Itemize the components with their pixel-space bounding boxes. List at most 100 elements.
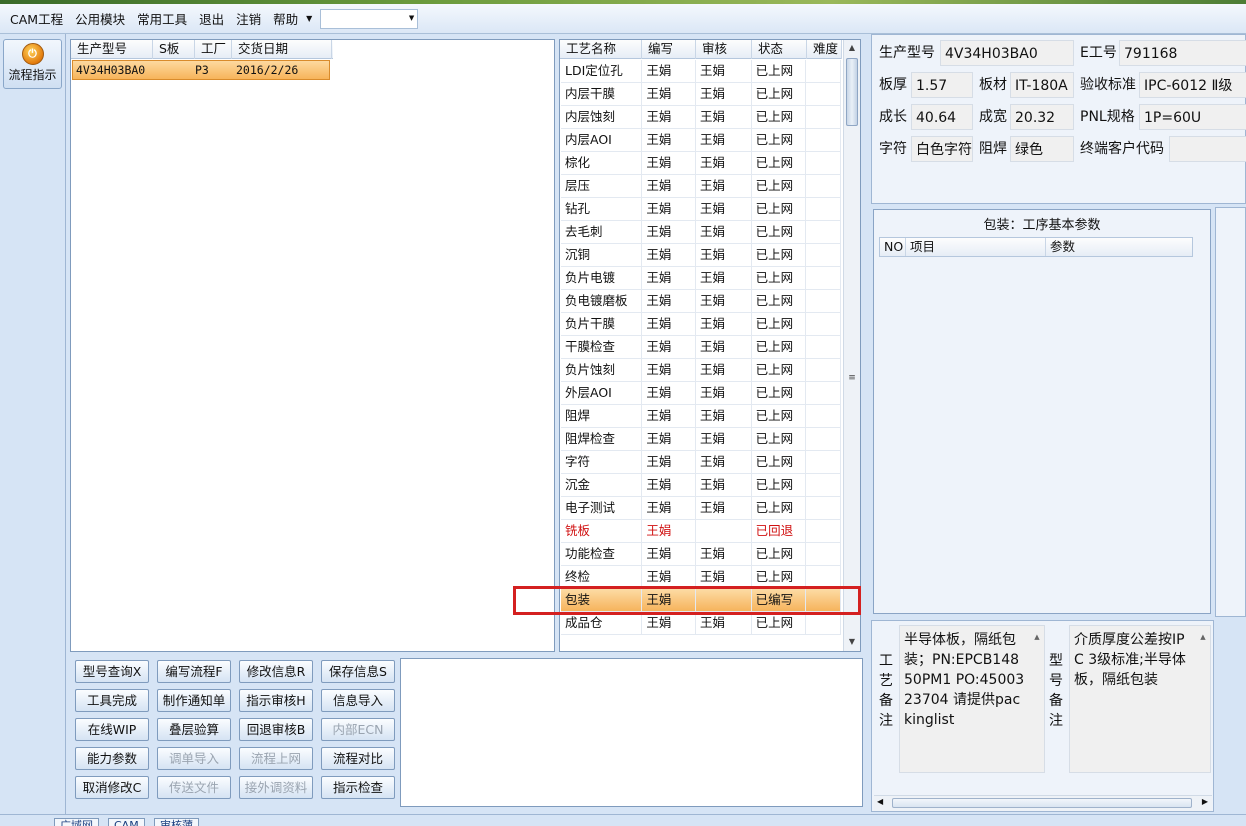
process-row[interactable]: 干膜检查 王娟 王娟 已上网 [561,336,842,359]
action-button[interactable]: 编写流程F [157,660,231,683]
remarks-hscrollbar[interactable]: ◀ ▶ [874,795,1212,811]
action-button[interactable]: 传送文件 [157,776,231,799]
writer-cell: 王娟 [642,267,697,289]
reviewer-cell: 王娟 [696,405,752,427]
tab-cam[interactable]: CAM [108,818,145,826]
process-row[interactable]: 负片电镀 王娟 王娟 已上网 [561,267,842,290]
col-delivery-date[interactable]: 交货日期 [232,40,332,59]
action-button[interactable]: 保存信息S [321,660,395,683]
action-button[interactable]: 在线WIP [75,718,149,741]
col-param[interactable]: 参数 [1046,238,1192,256]
process-row[interactable]: 内层AOI 王娟 王娟 已上网 [561,129,842,152]
action-button[interactable]: 流程对比 [321,747,395,770]
difficulty-cell [806,244,842,266]
model-row[interactable]: 4V34H03BA0 P3 2016/2/26 [72,60,330,80]
difficulty-cell [806,60,842,82]
process-row[interactable]: 外层AOI 王娟 王娟 已上网 [561,382,842,405]
col-writer[interactable]: 编写 [642,40,696,59]
action-button[interactable]: 叠层验算 [157,718,231,741]
action-button[interactable]: 信息导入 [321,689,395,712]
col-factory[interactable]: 工厂 [195,40,232,59]
col-difficulty[interactable]: 难度 [807,40,842,59]
process-row[interactable]: 内层蚀刻 王娟 王娟 已上网 [561,106,842,129]
menu-common-module[interactable]: 公用模块 [69,9,131,28]
customer-code-label: 终端客户代码 [1080,141,1164,157]
e-number-label: E工号 [1080,45,1117,61]
col-status[interactable]: 状态 [752,40,807,59]
tab-review[interactable]: 审核薄 [154,818,199,826]
remark-scroll-icon[interactable]: ▲▼ [1031,627,1043,772]
scroll-up-icon[interactable]: ▲ [844,40,860,56]
reviewer-cell: 王娟 [696,175,752,197]
menu-common-tools[interactable]: 常用工具 [131,9,193,28]
process-row[interactable]: 成品仓 王娟 王娟 已上网 [561,612,842,635]
menu-cam-project[interactable]: CAM工程 [4,9,69,28]
action-button[interactable]: 能力参数 [75,747,149,770]
scroll-right-icon[interactable]: ▶ [1202,797,1208,806]
process-row[interactable]: 钻孔 王娟 王娟 已上网 [561,198,842,221]
process-row[interactable]: 负片干膜 王娟 王娟 已上网 [561,313,842,336]
status-cell: 已上网 [752,405,807,427]
process-row[interactable]: 层压 王娟 王娟 已上网 [561,175,842,198]
action-button[interactable]: 调单导入 [157,747,231,770]
menu-logout[interactable]: 注销 [230,9,267,28]
process-row[interactable]: 沉铜 王娟 王娟 已上网 [561,244,842,267]
action-button[interactable]: 流程上网 [239,747,313,770]
action-button[interactable]: 接外调资料 [239,776,313,799]
action-button[interactable]: 型号查询X [75,660,149,683]
process-row[interactable]: 内层干膜 王娟 王娟 已上网 [561,83,842,106]
model-remark-text[interactable]: 介质厚度公差按IPC 3级标准;半导体板，隔纸包装 ▲▼ [1069,625,1211,773]
process-row[interactable]: LDI定位孔 王娟 王娟 已上网 [561,60,842,83]
col-item[interactable]: 项目 [906,238,1046,256]
process-row[interactable]: 字符 王娟 王娟 已上网 [561,451,842,474]
hscroll-thumb[interactable] [892,798,1192,808]
process-row[interactable]: 铣板 王娟 已回退 [561,520,842,543]
remark-scroll-icon[interactable]: ▲▼ [1197,627,1209,772]
status-cell: 已上网 [752,359,807,381]
action-button[interactable]: 指示审核H [239,689,313,712]
thickness-label: 板厚 [879,77,907,93]
process-row[interactable]: 阻焊检查 王娟 王娟 已上网 [561,428,842,451]
col-s-board[interactable]: S板 [153,40,195,59]
process-row[interactable]: 负片蚀刻 王娟 王娟 已上网 [561,359,842,382]
process-name-cell: 沉铜 [561,244,643,266]
scroll-down-icon[interactable]: ▼ [844,634,860,650]
menu-dropdown-icon[interactable]: ▼ [306,14,312,23]
action-button[interactable]: 制作通知单 [157,689,231,712]
menu-help[interactable]: 帮助 [267,9,304,28]
col-no[interactable]: NO [880,238,906,256]
process-remark-text[interactable]: 半导体板，隔纸包装；PN:EPCB14850PM1 PO:4500323704 … [899,625,1045,773]
col-model[interactable]: 生产型号 [71,40,153,59]
status-cell: 已上网 [752,221,807,243]
process-scrollbar[interactable]: ▲ ≡ ▼ [843,40,860,651]
tab-wan[interactable]: 广域网 [54,818,99,826]
model-cell: 4V34H03BA0 [76,63,146,77]
process-row[interactable]: 沉金 王娟 王娟 已上网 [561,474,842,497]
scroll-thumb[interactable] [846,58,858,126]
process-row[interactable]: 阻焊 王娟 王娟 已上网 [561,405,842,428]
menu-exit[interactable]: 退出 [193,9,230,28]
scroll-left-icon[interactable]: ◀ [877,797,883,806]
reviewer-cell: 王娟 [696,497,752,519]
col-reviewer[interactable]: 审核 [696,40,752,59]
process-row[interactable]: 去毛刺 王娟 王娟 已上网 [561,221,842,244]
action-button[interactable]: 回退审核B [239,718,313,741]
action-button[interactable]: 取消修改C [75,776,149,799]
reviewer-cell: 王娟 [696,152,752,174]
action-button[interactable]: 指示检查 [321,776,395,799]
menu-combo-select[interactable]: ▼ [320,8,419,29]
writer-cell: 王娟 [642,336,697,358]
action-button[interactable]: 修改信息R [239,660,313,683]
process-row[interactable]: 功能检查 王娟 王娟 已上网 [561,543,842,566]
process-row[interactable]: 负电镀磨板 王娟 王娟 已上网 [561,290,842,313]
process-row[interactable]: 棕化 王娟 王娟 已上网 [561,152,842,175]
standard-label: 验收标准 [1080,77,1136,93]
difficulty-cell [806,359,842,381]
process-row[interactable]: 电子测试 王娟 王娟 已上网 [561,497,842,520]
process-name-cell: 干膜检查 [561,336,643,358]
action-button[interactable]: 工具完成 [75,689,149,712]
flow-guide-button[interactable]: ⏻ 流程指示 [3,39,62,89]
message-area[interactable] [400,658,863,807]
action-button[interactable]: 内部ECN [321,718,395,741]
col-process-name[interactable]: 工艺名称 [560,40,642,59]
